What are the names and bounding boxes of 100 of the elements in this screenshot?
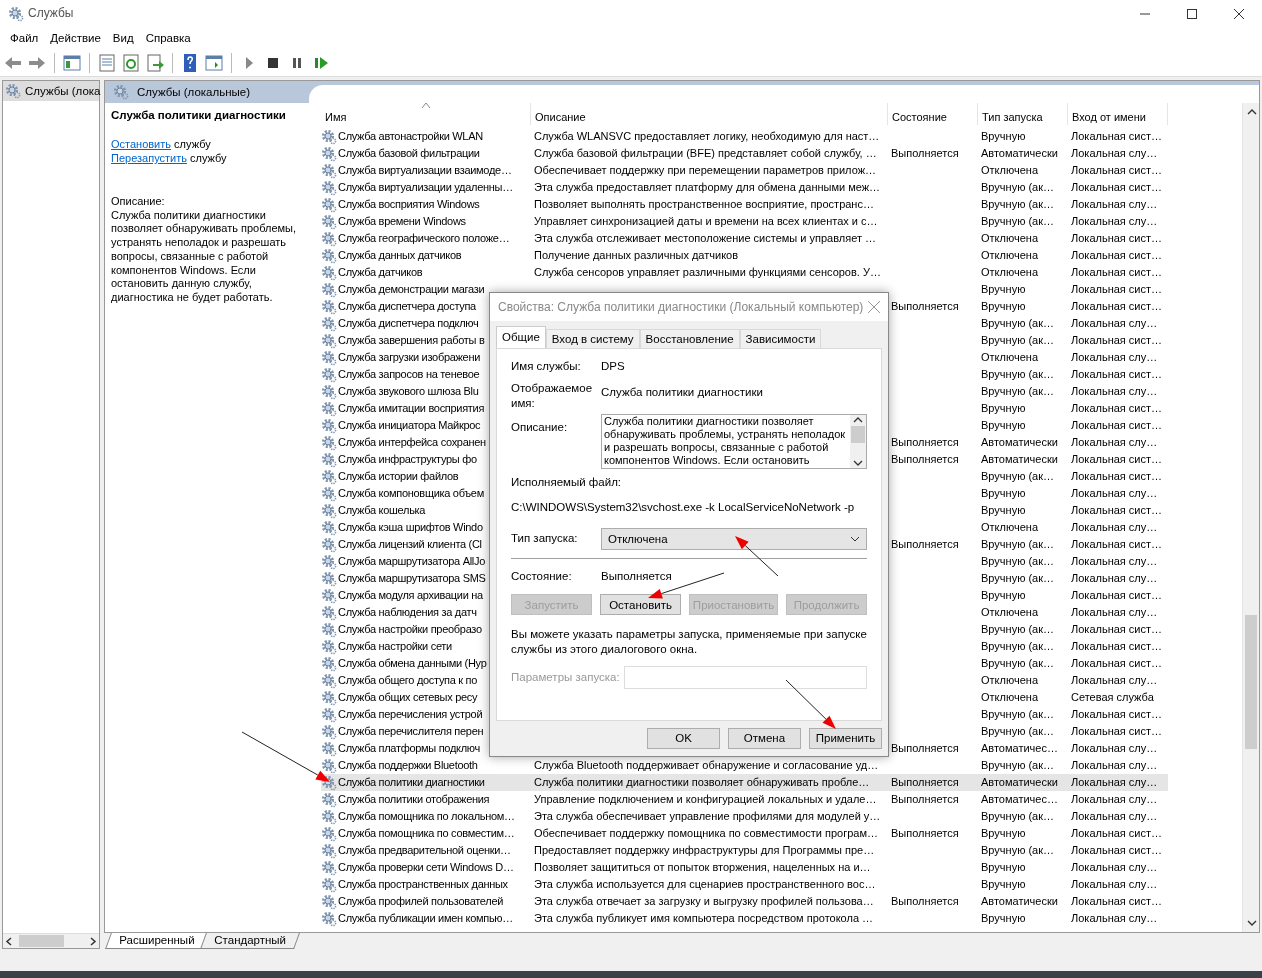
view-icon[interactable] (204, 52, 224, 73)
gear-icon (321, 128, 337, 145)
service-name[interactable]: Служба звукового шлюза Blu (338, 384, 479, 399)
logon-account: Локальная сист… (1070, 282, 1164, 297)
column-header[interactable]: Имя (321, 103, 531, 125)
service-name[interactable]: Служба помощника по совместим… (338, 826, 515, 841)
service-name[interactable]: Служба обмена данными (Hyp (338, 656, 487, 671)
service-name[interactable]: Служба компоновщика объем (338, 486, 484, 501)
refresh-icon[interactable] (121, 52, 141, 73)
view-tab[interactable]: Стандартный (200, 933, 300, 949)
startup-type: Автоматически (980, 452, 1059, 467)
service-name[interactable]: Служба политики диагностики (338, 775, 485, 790)
export-icon[interactable] (145, 52, 165, 73)
action-link[interactable]: Остановить (111, 138, 172, 151)
service-name[interactable]: Служба проверки сети Windows D… (338, 860, 514, 875)
service-name[interactable]: Служба поддержки Bluetooth (338, 758, 478, 773)
properties-icon[interactable] (97, 52, 117, 73)
startup-type: Вручную (ак… (980, 554, 1056, 569)
dialog-button[interactable]: Отмена (728, 728, 801, 749)
service-name[interactable]: Служба демонстрации магази (338, 282, 485, 297)
dialog-tab[interactable]: Вход в систему (545, 329, 640, 348)
service-name[interactable]: Служба виртуализации взаимоде… (338, 163, 512, 178)
scroll-up-icon[interactable] (1246, 108, 1257, 115)
dialog-tab[interactable]: Восстановление (639, 329, 740, 348)
gear-icon (321, 587, 337, 604)
scroll-down-icon[interactable] (1246, 920, 1257, 927)
service-name[interactable]: Служба данных датчиков (338, 248, 462, 263)
menu-item[interactable]: Действие (44, 27, 107, 49)
column-header[interactable]: Состояние (888, 103, 978, 125)
service-name[interactable]: Служба диспетчера подключ (338, 316, 479, 331)
dialog-button[interactable]: Применить (809, 728, 882, 749)
service-name[interactable]: Служба инфраструктуры фо (338, 452, 477, 467)
service-name[interactable]: Служба имитации восприятия (338, 401, 485, 416)
menu-item[interactable]: Вид (106, 27, 140, 49)
service-name[interactable]: Служба диспетчера доступа (338, 299, 476, 314)
service-name[interactable]: Служба виртуализации удаленны… (338, 180, 513, 195)
service-name[interactable]: Служба восприятия Windows (338, 197, 480, 212)
service-name[interactable]: Служба наблюдения за датч (338, 605, 477, 620)
service-name[interactable]: Служба перечислителя перен (338, 724, 484, 739)
scrollbar-thumb[interactable] (1245, 615, 1257, 749)
service-name[interactable]: Служба завершения работы в (338, 333, 485, 348)
annotation-arrow (735, 536, 779, 577)
service-name[interactable]: Служба базовой фильтрации (338, 146, 480, 161)
service-name[interactable]: Служба запросов на теневое (338, 367, 480, 382)
startup-type: Вручную (980, 418, 1027, 433)
service-name[interactable]: Служба датчиков (338, 265, 423, 280)
selected-row[interactable]: Служба политики диагностики Служба политики диагностики позволяет обнаруживать пробле… Выполняется Автоматически Локальная слу… (321, 774, 1168, 791)
service-description: Предоставляет поддержку инфраструктуры для Программы пре… (533, 843, 876, 858)
service-name-value: DPS (601, 359, 625, 374)
startup-type-dropdown[interactable]: Отключена (601, 527, 867, 550)
service-name[interactable]: Служба настройки сети (338, 639, 452, 654)
gear-icon (321, 366, 337, 383)
service-name[interactable]: Служба общего доступа к по (338, 673, 478, 688)
menu-item[interactable]: Файл (4, 27, 45, 49)
service-button[interactable]: Остановить (600, 594, 682, 616)
console-tree-icon[interactable] (62, 52, 82, 73)
close-icon[interactable] (1233, 8, 1244, 19)
service-name[interactable]: Служба кэша шрифтов Windo (338, 520, 483, 535)
action-text: службу (174, 138, 211, 151)
service-name[interactable]: Служба времени Windows (338, 214, 466, 229)
service-name[interactable]: Служба перечисления устрой (338, 707, 483, 722)
logon-account: Локальная слу… (1070, 554, 1159, 569)
service-name[interactable]: Служба общих сетевых ресу (338, 690, 478, 705)
service-name[interactable]: Служба маршрутизатора SMS (338, 571, 486, 586)
service-name[interactable]: Служба пространственных данных (338, 877, 508, 892)
column-header[interactable]: Описание (531, 103, 888, 125)
scroll-up-icon[interactable] (853, 415, 863, 424)
service-name[interactable]: Служба истории файлов (338, 469, 459, 484)
service-name[interactable]: Служба загрузки изображени (338, 350, 481, 365)
menu-item[interactable]: Справка (139, 27, 197, 49)
service-name[interactable]: Служба платформы подключ (338, 741, 480, 756)
service-name[interactable]: Служба предварительной оценки… (338, 843, 511, 858)
service-name[interactable]: Служба политики отображения (338, 792, 490, 807)
service-name[interactable]: Служба интерфейса сохранен (338, 435, 486, 450)
logon-account: Локальная слу… (1070, 197, 1159, 212)
service-name[interactable]: Служба профилей пользователей (338, 894, 504, 909)
service-name[interactable]: Служба географического положе… (338, 231, 510, 246)
logon-account: Локальная сист… (1070, 231, 1164, 246)
service-name[interactable]: Служба автонастройки WLAN (338, 129, 483, 144)
description-label: Описание: (111, 194, 166, 209)
service-name[interactable]: Служба модуля архивации на (338, 588, 483, 603)
service-name[interactable]: Служба настройки преобразо (338, 622, 482, 637)
column-header[interactable]: Вход от имени (1068, 103, 1168, 125)
action-link[interactable]: Перезапустить (111, 152, 187, 165)
service-name[interactable]: Служба кошелька (338, 503, 426, 518)
column-header[interactable]: Тип запуска (978, 103, 1068, 125)
service-name[interactable]: Служба маршрутизатора AllJo (338, 554, 485, 569)
service-name[interactable]: Служба публикации имен компью… (338, 911, 513, 926)
service-name[interactable]: Служба помощника по локальном… (338, 809, 515, 824)
service-name[interactable]: Служба инициатора Майкрос (338, 418, 481, 433)
scrollbar-thumb[interactable] (19, 935, 64, 947)
maximize-icon[interactable] (1186, 8, 1197, 19)
scrollbar-thumb[interactable] (851, 426, 865, 444)
dialog-tab[interactable]: Общие (496, 326, 546, 348)
startup-type: Отключена (980, 605, 1039, 620)
dialog-tab[interactable]: Зависимости (739, 329, 822, 348)
dialog-button[interactable]: OK (647, 728, 720, 749)
service-name[interactable]: Служба лицензий клиента (Cl (338, 537, 482, 552)
gear-icon (321, 332, 337, 349)
logon-account: Локальная сист… (1070, 401, 1164, 416)
